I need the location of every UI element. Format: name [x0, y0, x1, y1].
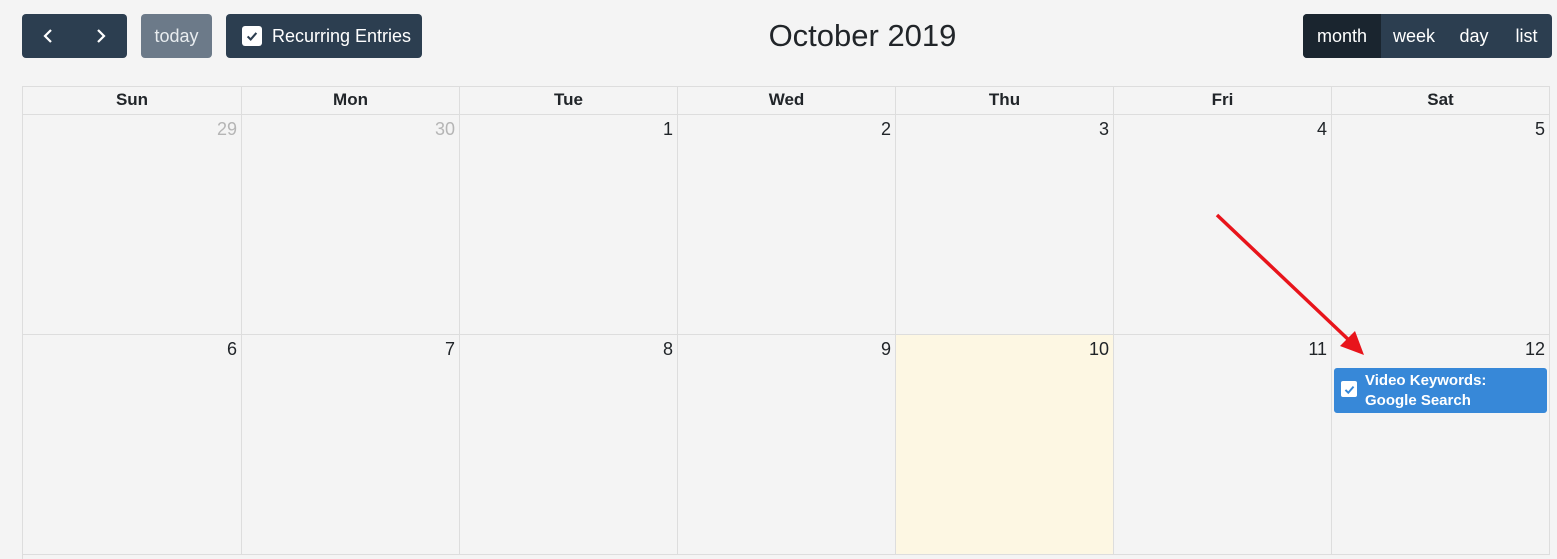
- day-number[interactable]: 6: [227, 339, 237, 360]
- day-cell[interactable]: 6: [23, 335, 242, 555]
- day-number[interactable]: 11: [1308, 339, 1327, 360]
- prev-month-button[interactable]: [22, 14, 75, 58]
- weekday-mon: Mon: [242, 87, 460, 115]
- today-button[interactable]: today: [141, 14, 212, 58]
- day-number[interactable]: 3: [1099, 119, 1109, 140]
- day-cell[interactable]: 3: [896, 115, 1114, 335]
- day-cell[interactable]: 7: [242, 335, 460, 555]
- weekday-sun: Sun: [23, 87, 242, 115]
- day-cell[interactable]: 12 Video Keywords: Google Search: [1332, 335, 1550, 555]
- view-month-button[interactable]: month: [1303, 14, 1381, 58]
- view-switcher: month week day list: [1303, 14, 1552, 58]
- day-number[interactable]: 8: [663, 339, 673, 360]
- weekday-fri: Fri: [1114, 87, 1332, 115]
- weekday-wed: Wed: [678, 87, 896, 115]
- month-grid: Sun Mon Tue Wed Thu Fri Sat 29 30 1 2 3 …: [22, 86, 1550, 559]
- day-cell[interactable]: 29: [23, 115, 242, 335]
- view-week-button[interactable]: week: [1381, 14, 1447, 58]
- day-cell[interactable]: 5: [1332, 115, 1550, 335]
- view-list-button[interactable]: list: [1501, 14, 1552, 58]
- day-cell[interactable]: 4: [1114, 115, 1332, 335]
- day-cell[interactable]: 8: [460, 335, 678, 555]
- day-number[interactable]: 7: [445, 339, 455, 360]
- week-row: 6 7 8 9 10 11 12 Video Keywords: Google …: [23, 335, 1550, 555]
- day-cell[interactable]: 1: [460, 115, 678, 335]
- day-cell[interactable]: 11: [1114, 335, 1332, 555]
- day-number[interactable]: 5: [1535, 119, 1545, 140]
- calendar-title: October 2019: [768, 18, 957, 53]
- recurring-entries-toggle[interactable]: Recurring Entries: [226, 14, 422, 58]
- day-number[interactable]: 9: [881, 339, 891, 360]
- day-cell[interactable]: 9: [678, 335, 896, 555]
- day-number[interactable]: 30: [435, 119, 455, 140]
- checkbox-checked-icon: [242, 26, 262, 46]
- day-number[interactable]: 10: [1089, 339, 1109, 360]
- weekday-tue: Tue: [460, 87, 678, 115]
- chevron-right-icon: [96, 29, 106, 43]
- day-number[interactable]: 2: [881, 119, 891, 140]
- event-title: Video Keywords: Google Search: [1365, 372, 1487, 409]
- calendar-toolbar: today Recurring Entries October 2019 mon…: [0, 0, 1557, 86]
- view-day-button[interactable]: day: [1447, 14, 1501, 58]
- week-row: 29 30 1 2 3 4 5: [23, 115, 1550, 335]
- checkbox-checked-icon: [1341, 381, 1357, 397]
- chevron-left-icon: [43, 29, 53, 43]
- day-cell[interactable]: 30: [242, 115, 460, 335]
- day-number[interactable]: 4: [1317, 119, 1327, 140]
- weekday-thu: Thu: [896, 87, 1114, 115]
- calendar-event[interactable]: Video Keywords: Google Search: [1334, 368, 1547, 413]
- day-number[interactable]: 12: [1525, 339, 1545, 360]
- day-cell[interactable]: 2: [678, 115, 896, 335]
- weekday-header: Sun Mon Tue Wed Thu Fri Sat: [23, 87, 1550, 115]
- day-cell-today[interactable]: 10: [896, 335, 1114, 555]
- nav-button-group: [22, 14, 127, 58]
- recurring-entries-label: Recurring Entries: [272, 25, 412, 46]
- day-number[interactable]: 29: [217, 119, 237, 140]
- next-month-button[interactable]: [75, 14, 128, 58]
- weekday-sat: Sat: [1332, 87, 1550, 115]
- day-number[interactable]: 1: [663, 119, 673, 140]
